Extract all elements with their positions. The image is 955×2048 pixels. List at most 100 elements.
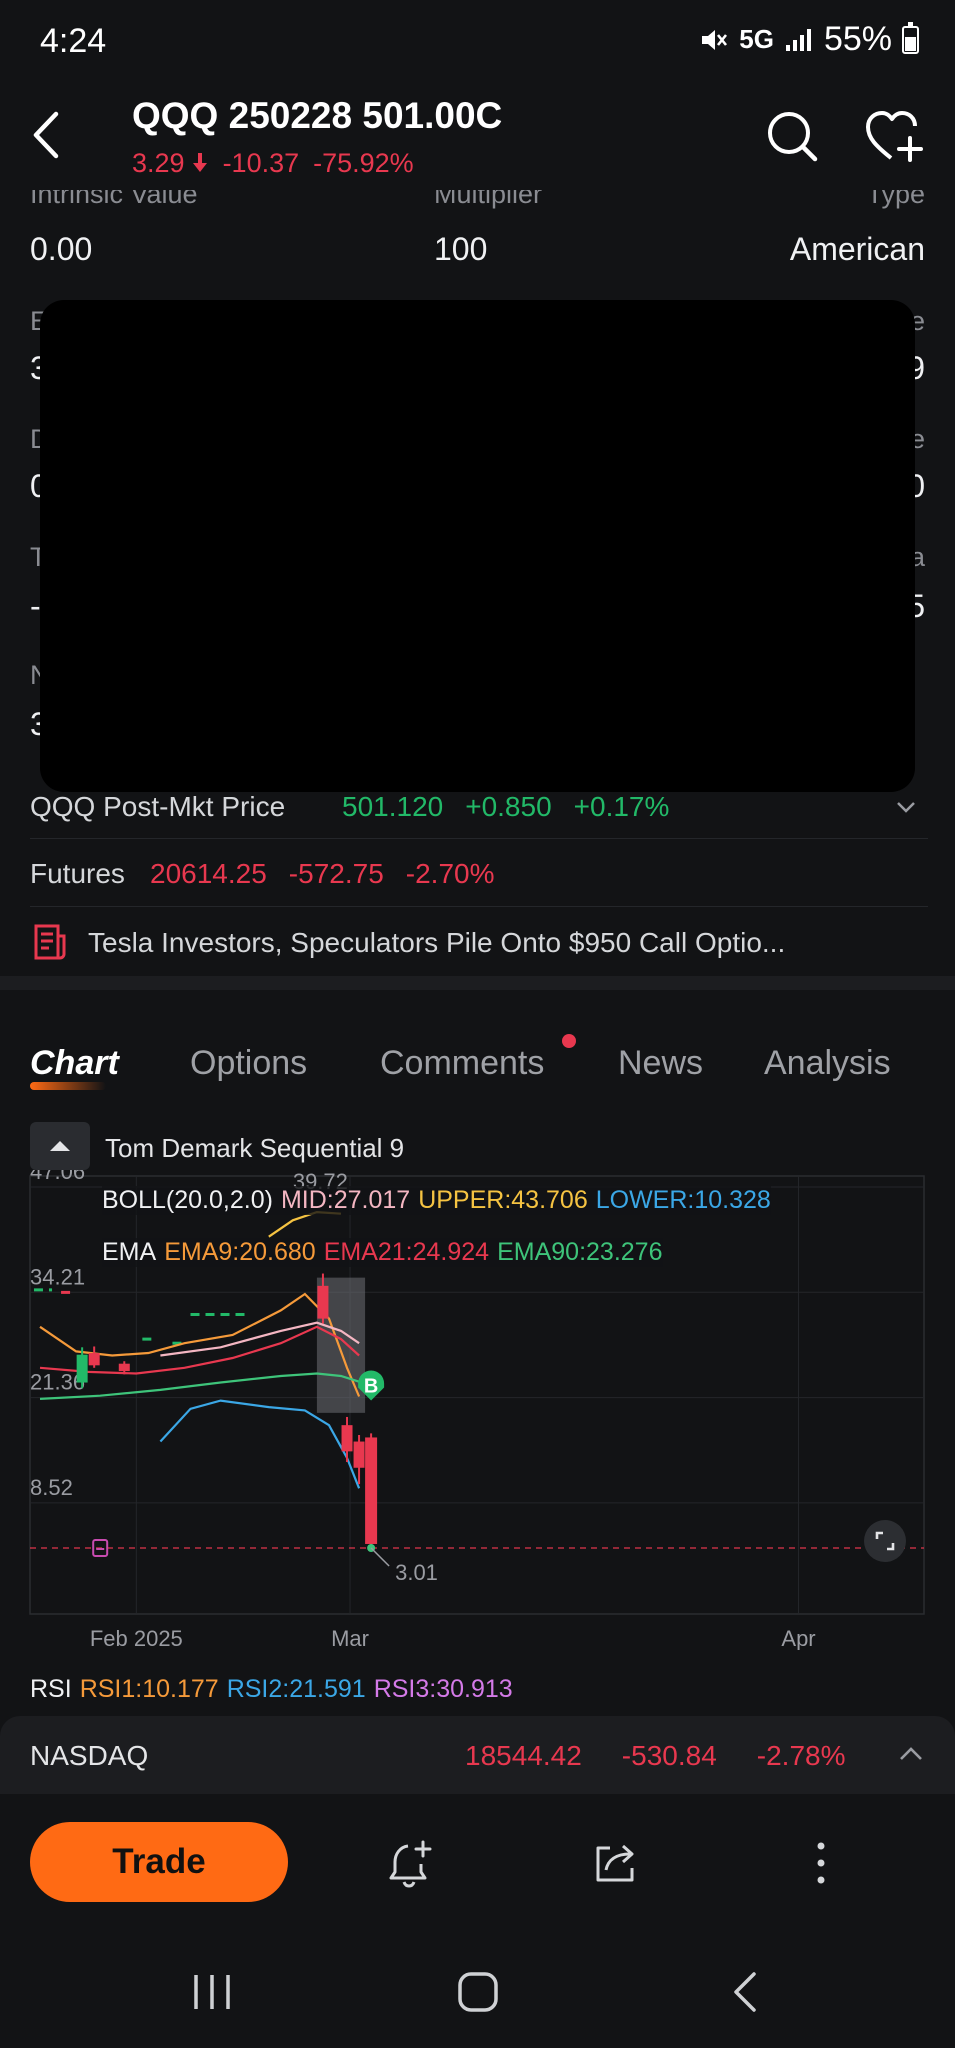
fullscreen-button[interactable]	[864, 1520, 906, 1562]
futures-values[interactable]: 20614.25 -572.75 -2.70%	[150, 858, 494, 890]
divider	[30, 906, 928, 907]
price-change: -10.37	[222, 148, 300, 178]
chevron-up-icon[interactable]	[896, 1742, 926, 1766]
index-change-pct: -2.78%	[756, 1740, 846, 1771]
type-value: American	[789, 231, 925, 267]
ema90-value: EMA90:23.276	[497, 1238, 663, 1266]
caret-up-icon	[50, 1141, 70, 1151]
index-values: 18544.42 -530.84 -2.78%	[465, 1740, 845, 1772]
share-icon[interactable]	[590, 1838, 640, 1888]
add-alert-icon[interactable]	[386, 1838, 436, 1888]
line-upper	[268, 1210, 342, 1238]
boll-legend: BOLL(20.0,2.0) MID:27.017 UPPER:43.706 L…	[102, 1186, 771, 1215]
low-label: 3.01	[395, 1560, 438, 1585]
system-back-icon[interactable]	[730, 1970, 760, 2014]
network-type: 5G	[739, 24, 774, 54]
line-ema9	[39, 1292, 361, 1397]
boll-lower: LOWER:10.328	[595, 1186, 771, 1214]
index-price: 18544.42	[465, 1740, 582, 1771]
ema-legend: EMA EMA9:20.680 EMA21:24.924 EMA90:23.27…	[102, 1238, 663, 1267]
futures-label: Futures	[30, 858, 125, 889]
redaction-overlay	[40, 300, 915, 792]
tab-analysis[interactable]: Analysis	[764, 1044, 891, 1083]
news-doc-icon	[34, 924, 66, 960]
boll-mid: MID:27.017	[280, 1186, 411, 1214]
x-tick-label: Apr	[781, 1626, 815, 1650]
futures-change-pct: -2.70%	[405, 858, 495, 889]
boll-upper: UPPER:43.706	[418, 1186, 588, 1214]
chevron-down-icon[interactable]	[896, 800, 916, 814]
post-market-price: 501.120	[342, 791, 444, 822]
post-market-values: 501.120 +0.850 +0.17%	[342, 791, 669, 823]
candle-body	[353, 1441, 365, 1468]
down-arrow-icon	[192, 153, 207, 172]
ema-name: EMA	[102, 1238, 157, 1266]
rsi-name: RSI	[30, 1675, 72, 1703]
x-axis-labels: Feb 2025 Mar Apr	[90, 1626, 816, 1650]
low-leader	[370, 1547, 390, 1567]
post-market-change: +0.850	[465, 791, 552, 822]
last-price: 3.29	[132, 148, 185, 178]
y-tick-label: 8.52	[30, 1475, 73, 1500]
back-arrow-icon[interactable]	[26, 110, 70, 160]
post-market-label: QQQ Post-Mkt Price	[30, 791, 286, 822]
line-lower	[159, 1399, 361, 1489]
battery-icon	[902, 21, 919, 54]
more-vertical-icon[interactable]	[806, 1838, 836, 1888]
news-headline[interactable]: Tesla Investors, Speculators Pile Onto $…	[88, 927, 785, 959]
add-favorite-icon[interactable]	[864, 108, 924, 164]
multiplier-value: 100	[434, 231, 488, 267]
futures-change: -572.75	[288, 858, 384, 889]
mute-icon	[702, 29, 728, 50]
comments-notification-dot	[562, 1034, 576, 1048]
tab-options[interactable]: Options	[190, 1044, 307, 1083]
divider	[30, 838, 928, 839]
status-time: 4:24	[40, 22, 107, 60]
futures-price: 20614.25	[150, 858, 267, 889]
section-separator	[0, 976, 955, 990]
page-title: QQQ 250228 501.00C	[132, 95, 503, 136]
boll-name: BOLL(20.0,2.0)	[102, 1186, 273, 1214]
buy-signal-label: B	[364, 1375, 378, 1397]
tab-comments[interactable]: Comments	[380, 1044, 544, 1083]
app-root: 4:24 5G 55% QQQ 250228 501.00C 3.29 -10.…	[0, 0, 955, 2048]
signal-icon	[785, 28, 811, 51]
price-change-pct: -75.92%	[313, 148, 414, 178]
recent-apps-icon[interactable]	[190, 1972, 234, 2012]
index-name: NASDAQ	[30, 1740, 149, 1771]
rsi2-value: RSI2:21.591	[226, 1675, 366, 1703]
tab-chart-underline	[30, 1082, 106, 1090]
intrinsic-value: 0.00	[30, 231, 93, 267]
battery-percent: 55%	[823, 20, 892, 58]
post-market-change-pct: +0.17%	[573, 791, 670, 822]
indicator-collapse-button[interactable]	[30, 1122, 90, 1170]
line-ema90	[39, 1372, 360, 1400]
expand-icon	[875, 1531, 895, 1551]
rsi1-value: RSI1:10.177	[79, 1675, 219, 1703]
type-label: Type	[866, 190, 925, 209]
candle-body	[365, 1437, 378, 1544]
y-tick-label: 34.21	[30, 1264, 85, 1289]
x-tick-label: Feb 2025	[90, 1626, 183, 1650]
candle-body	[118, 1363, 130, 1372]
ema21-value: EMA21:24.924	[323, 1238, 490, 1266]
tab-news[interactable]: News	[618, 1044, 703, 1083]
index-change: -530.84	[621, 1740, 717, 1771]
multiplier-label: Multiplier	[434, 190, 543, 209]
rsi-legend: RSI RSI1:10.177 RSI2:21.591 RSI3:30.913	[30, 1675, 513, 1704]
status-icons: 5G 55%	[699, 20, 919, 59]
home-icon[interactable]	[456, 1970, 500, 2014]
search-icon[interactable]	[764, 108, 820, 164]
tab-chart[interactable]: Chart	[30, 1044, 119, 1083]
trade-button[interactable]: Trade	[30, 1822, 288, 1902]
price-line: 3.29 -10.37 -75.92%	[132, 148, 414, 179]
y-tick-label: 47.06	[30, 1170, 85, 1184]
y-axis-labels: 47.0634.2121.368.52	[30, 1170, 85, 1500]
candle-body	[341, 1425, 353, 1452]
candle-body	[317, 1285, 329, 1319]
candle-body	[88, 1353, 100, 1366]
ema9-value: EMA9:20.680	[164, 1238, 316, 1266]
intrinsic-value-label: Intrinsic Value	[30, 190, 198, 209]
candle-body	[76, 1354, 88, 1383]
indicator-name[interactable]: Tom Demark Sequential 9	[105, 1133, 404, 1164]
